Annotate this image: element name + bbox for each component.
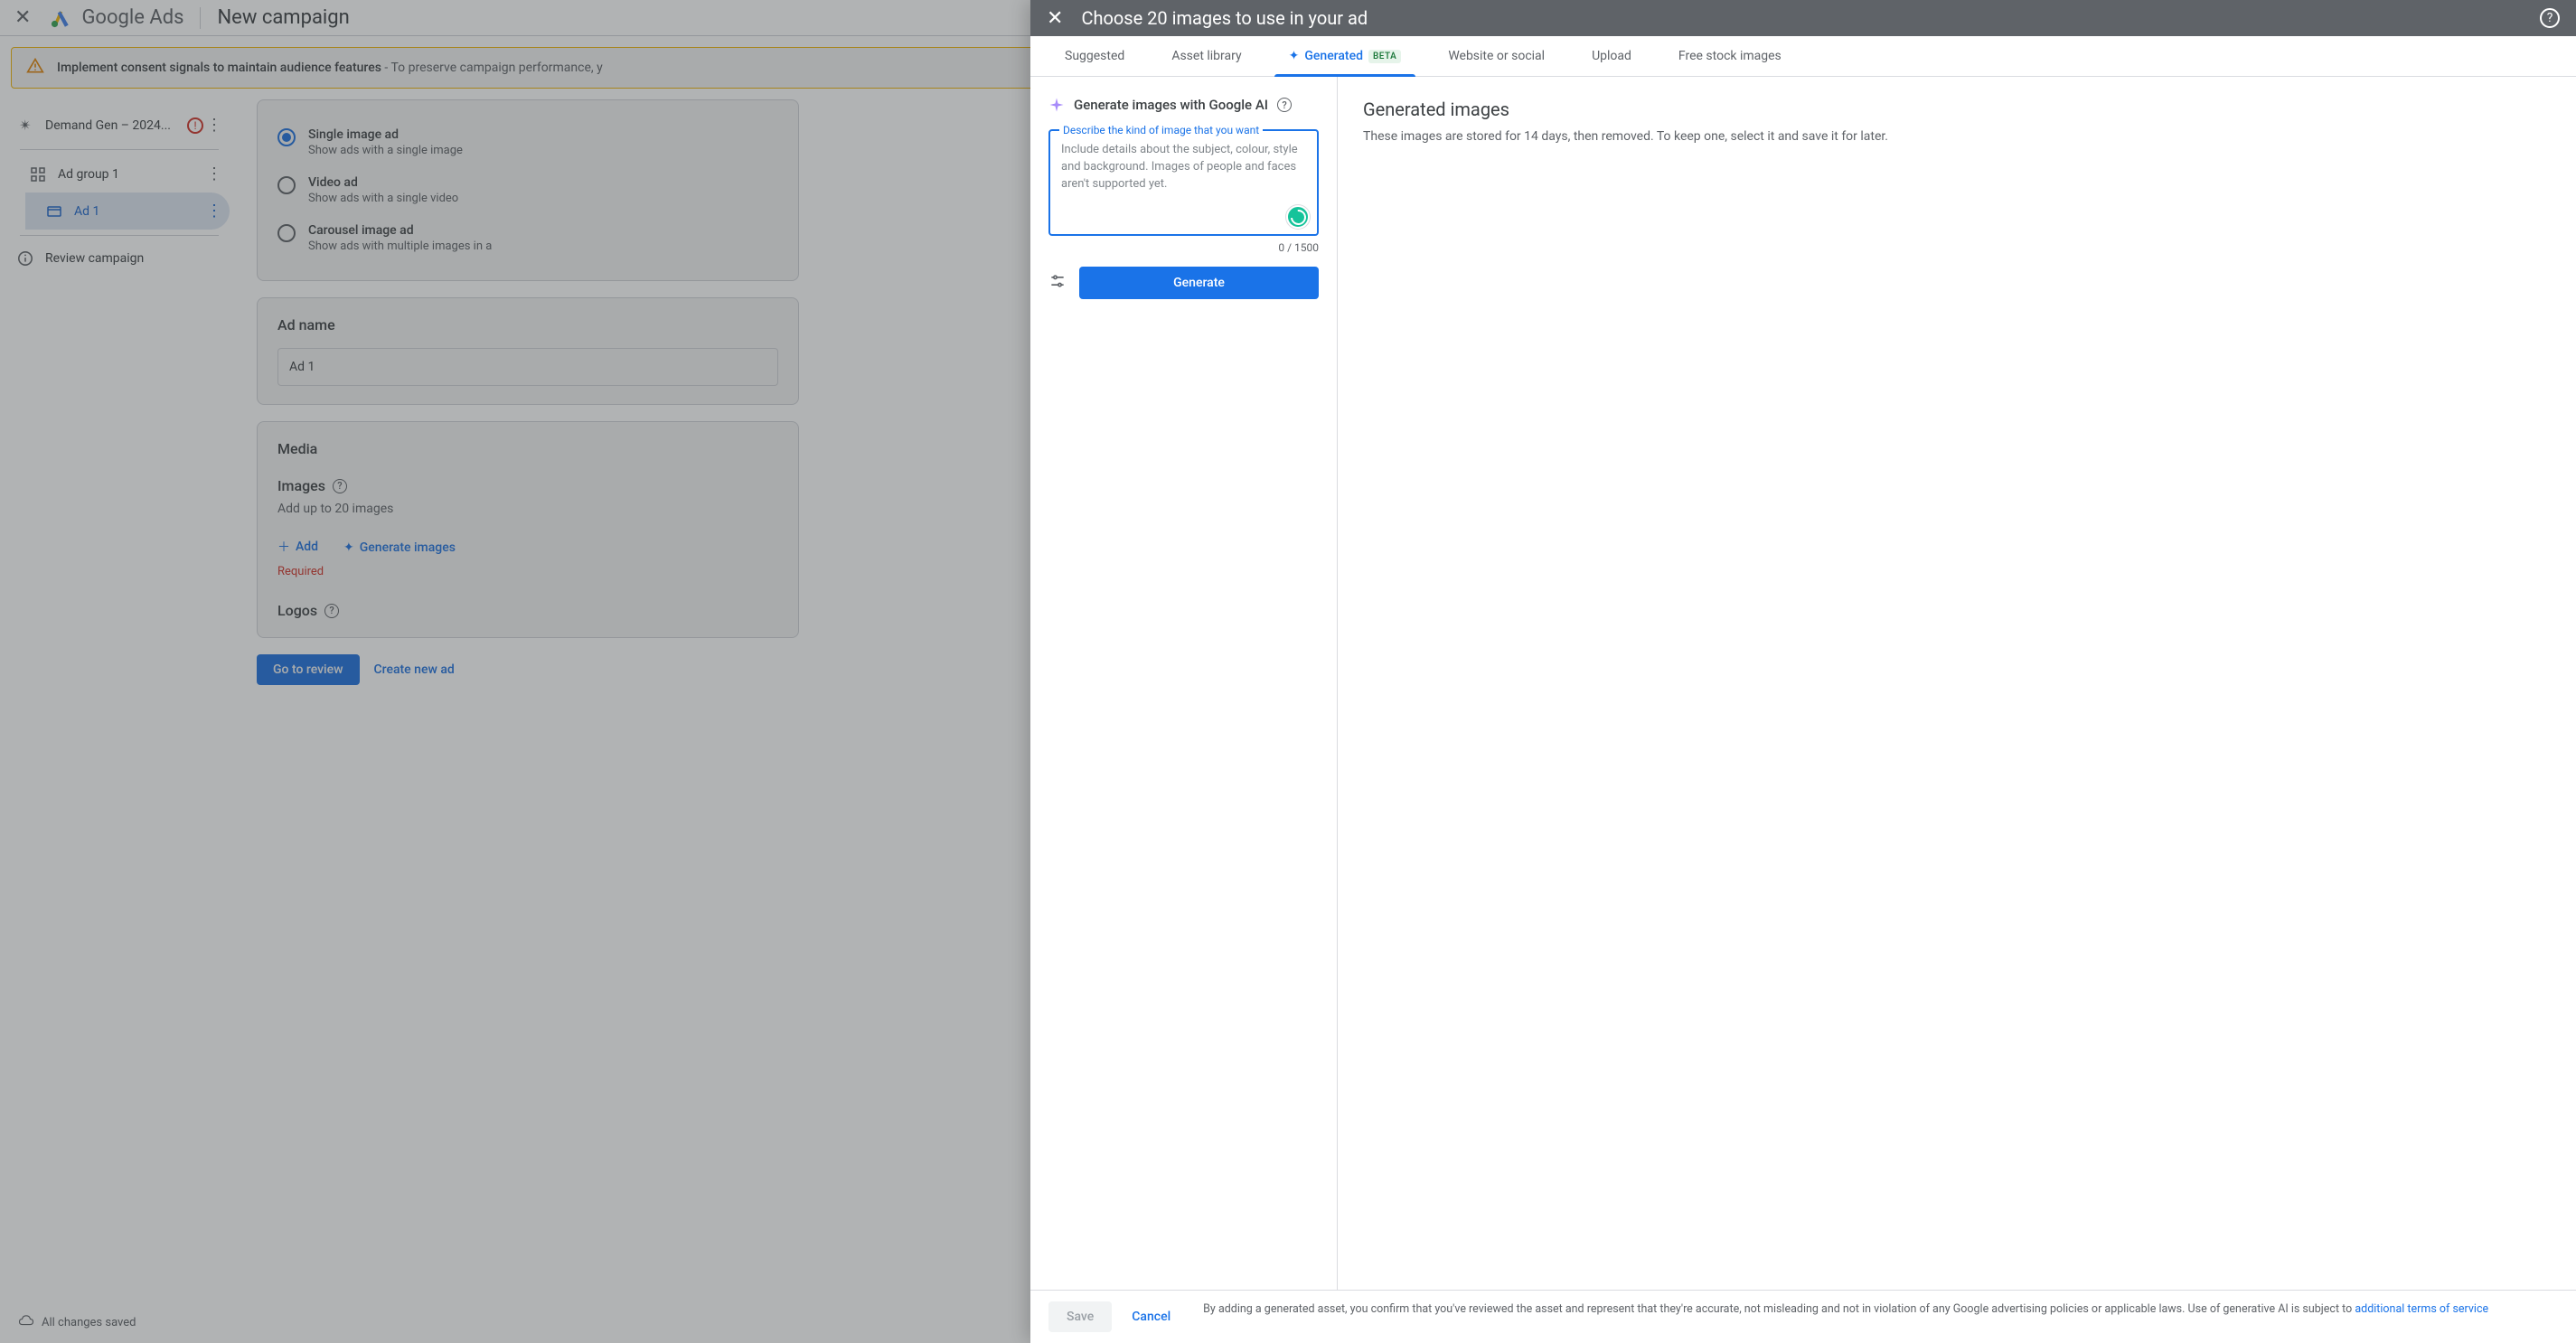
modal-title: Choose 20 images to use in your ad (1081, 7, 1368, 29)
prompt-input[interactable]: Describe the kind of image that you want… (1048, 129, 1319, 236)
prompt-placeholder: Include details about the subject, colou… (1061, 142, 1306, 193)
tab-website-social[interactable]: Website or social (1424, 36, 1568, 76)
help-icon[interactable]: ? (2540, 8, 2560, 28)
tab-suggested[interactable]: Suggested (1041, 36, 1148, 76)
terms-link[interactable]: additional terms of service (2355, 1302, 2488, 1316)
character-count: 0 / 1500 (1048, 241, 1319, 254)
tab-upload[interactable]: Upload (1568, 36, 1655, 76)
modal-header: ✕ Choose 20 images to use in your ad ? (1030, 0, 2576, 36)
tab-asset-library[interactable]: Asset library (1148, 36, 1264, 76)
generate-button[interactable]: Generate (1079, 267, 1319, 299)
modal-footer: Save Cancel By adding a generated asset,… (1030, 1290, 2576, 1343)
legal-text: By adding a generated asset, you confirm… (1203, 1301, 2488, 1318)
results-heading: Generated images (1363, 99, 2551, 120)
sparkle-icon: ✦ (1289, 49, 1300, 63)
tab-free-stock[interactable]: Free stock images (1655, 36, 1805, 76)
tab-generated[interactable]: ✦ Generated BETA (1265, 36, 1425, 76)
beta-badge: BETA (1368, 50, 1401, 63)
modal-tabs: Suggested Asset library ✦ Generated BETA… (1030, 36, 2576, 77)
generate-heading-text: Generate images with Google AI (1074, 97, 1268, 113)
close-icon[interactable]: ✕ (1047, 7, 1063, 30)
tab-label: Generated (1304, 49, 1363, 63)
save-button[interactable]: Save (1048, 1301, 1112, 1332)
help-icon[interactable]: ? (1277, 98, 1292, 112)
cancel-button[interactable]: Cancel (1121, 1301, 1181, 1332)
grammarly-icon[interactable] (1286, 205, 1310, 229)
sparkle-icon (1048, 97, 1065, 113)
tune-icon[interactable] (1048, 272, 1067, 295)
image-picker-modal: ✕ Choose 20 images to use in your ad ? S… (1030, 0, 2576, 1343)
prompt-field-label: Describe the kind of image that you want (1059, 124, 1263, 136)
generate-heading: Generate images with Google AI ? (1048, 97, 1319, 113)
generate-panel: Generate images with Google AI ? Describ… (1030, 77, 1338, 1290)
generated-results-panel: Generated images These images are stored… (1338, 77, 2576, 1290)
results-description: These images are stored for 14 days, the… (1363, 127, 2551, 146)
